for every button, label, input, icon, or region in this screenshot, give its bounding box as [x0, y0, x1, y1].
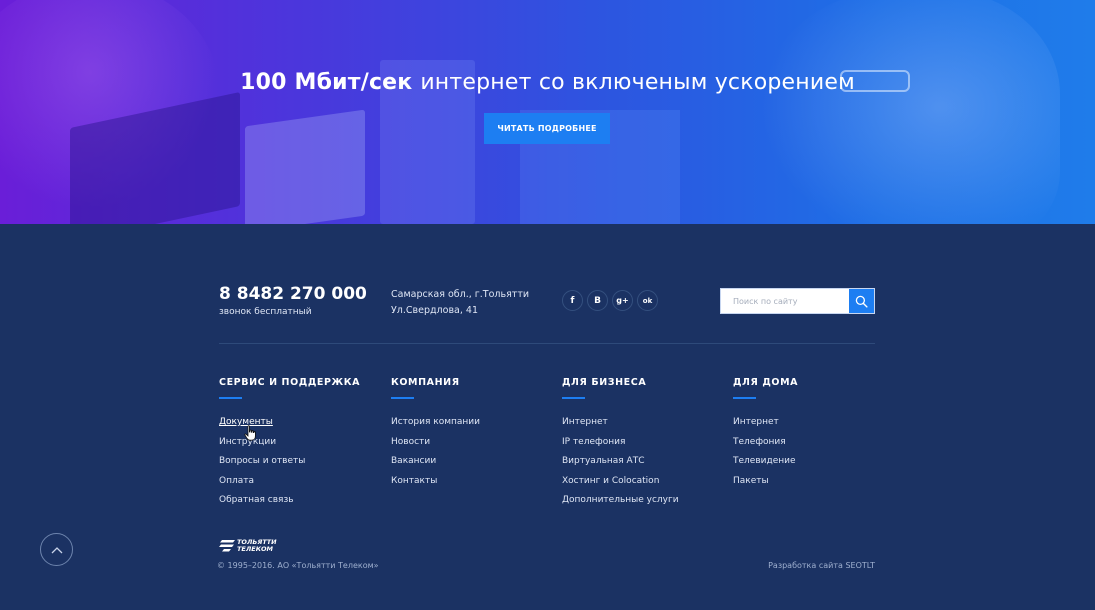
- hero-title: 100 Мбит/сек интернет со включеным ускор…: [0, 70, 1095, 95]
- footer-link-vacancies[interactable]: Вакансии: [391, 456, 480, 476]
- footer-link-news[interactable]: Новости: [391, 437, 480, 457]
- column-accent-bar: [219, 397, 242, 399]
- footer-link-ip-telephony[interactable]: IP телефония: [562, 437, 679, 457]
- chevron-up-icon: [51, 546, 62, 553]
- link-list: Интернет IP телефония Виртуальная АТС Хо…: [562, 417, 679, 515]
- footer-divider: [219, 343, 875, 344]
- logo-text-line: ТЕЛЕКОМ: [237, 544, 274, 553]
- scroll-to-top-button[interactable]: [40, 533, 73, 566]
- footer-column-company: КОМПАНИЯ История компании Новости Ваканс…: [391, 377, 480, 495]
- column-accent-bar: [733, 397, 756, 399]
- copyright: © 1995–2016. АО «Тольятти Телеком»: [217, 561, 379, 570]
- logo-text: ТОЛЬЯТТИ ТЕЛЕКОМ: [237, 539, 277, 552]
- hero-banner: 100 Мбит/сек интернет со включеным ускор…: [0, 0, 1095, 224]
- footer-link-feedback[interactable]: Обратная связь: [219, 495, 360, 515]
- footer-link-extra-services[interactable]: Дополнительные услуги: [562, 495, 679, 515]
- column-title: КОМПАНИЯ: [391, 377, 460, 388]
- address-line: Ул.Свердлова, 41: [391, 305, 478, 316]
- phone-number[interactable]: 8 8482 270 000: [219, 284, 367, 304]
- footer-link-payment[interactable]: Оплата: [219, 476, 360, 496]
- hero-background-monitor: [245, 109, 365, 224]
- column-accent-bar: [562, 397, 585, 399]
- link-list: Интернет Телефония Телевидение Пакеты: [733, 417, 798, 495]
- search-button[interactable]: [849, 289, 874, 313]
- footer-column-home: ДЛЯ ДОМА Интернет Телефония Телевидение …: [733, 377, 798, 495]
- footer-column-service: СЕРВИС И ПОДДЕРЖКА Документы Инструкции …: [219, 377, 360, 515]
- hero-title-rest: интернет со включеным ускорением: [420, 70, 855, 95]
- footer-column-business: ДЛЯ БИЗНЕСА Интернет IP телефония Виртуа…: [562, 377, 679, 515]
- address: Самарская обл., г.Тольятти Ул.Свердлова,…: [391, 287, 529, 319]
- logo-mark-icon: [219, 539, 235, 551]
- link-list: История компании Новости Вакансии Контак…: [391, 417, 480, 495]
- search-input[interactable]: [721, 289, 851, 313]
- column-title: ДЛЯ БИЗНЕСА: [562, 377, 647, 388]
- column-title: СЕРВИС И ПОДДЕРЖКА: [219, 377, 361, 388]
- footer-link-home-internet[interactable]: Интернет: [733, 417, 798, 437]
- footer-link-business-internet[interactable]: Интернет: [562, 417, 679, 437]
- footer-link-contacts[interactable]: Контакты: [391, 476, 480, 496]
- column-title: ДЛЯ ДОМА: [733, 377, 799, 388]
- search-icon: [855, 295, 868, 308]
- facebook-icon[interactable]: f: [562, 290, 583, 311]
- odnoklassniki-icon[interactable]: ok: [637, 290, 658, 311]
- footer-link-home-packages[interactable]: Пакеты: [733, 476, 798, 496]
- phone-note: звонок бесплатный: [219, 307, 312, 317]
- footer-link-documents[interactable]: Документы: [219, 417, 360, 437]
- google-plus-icon[interactable]: g+: [612, 290, 633, 311]
- developer-credit-link[interactable]: Разработка сайта SEOTLT: [768, 561, 875, 570]
- address-line: Самарская обл., г.Тольятти: [391, 289, 530, 300]
- search-form: [720, 288, 875, 314]
- footer-link-home-telephony[interactable]: Телефония: [733, 437, 798, 457]
- footer-link-virtual-pbx[interactable]: Виртуальная АТС: [562, 456, 679, 476]
- column-accent-bar: [391, 397, 414, 399]
- footer-link-history[interactable]: История компании: [391, 417, 480, 437]
- read-more-button[interactable]: ЧИТАТЬ ПОДРОБНЕЕ: [484, 113, 610, 144]
- vk-icon[interactable]: B: [587, 290, 608, 311]
- footer-link-home-tv[interactable]: Телевидение: [733, 456, 798, 476]
- company-logo[interactable]: ТОЛЬЯТТИ ТЕЛЕКОМ: [219, 539, 277, 552]
- link-list: Документы Инструкции Вопросы и ответы Оп…: [219, 417, 360, 515]
- hero-title-strong: 100 Мбит/сек: [240, 70, 413, 95]
- footer-link-faq[interactable]: Вопросы и ответы: [219, 456, 360, 476]
- hero-background-man: [760, 0, 1060, 224]
- footer-link-instructions[interactable]: Инструкции: [219, 437, 360, 457]
- footer-link-hosting[interactable]: Хостинг и Colocation: [562, 476, 679, 496]
- hand-cursor-icon: [244, 425, 256, 441]
